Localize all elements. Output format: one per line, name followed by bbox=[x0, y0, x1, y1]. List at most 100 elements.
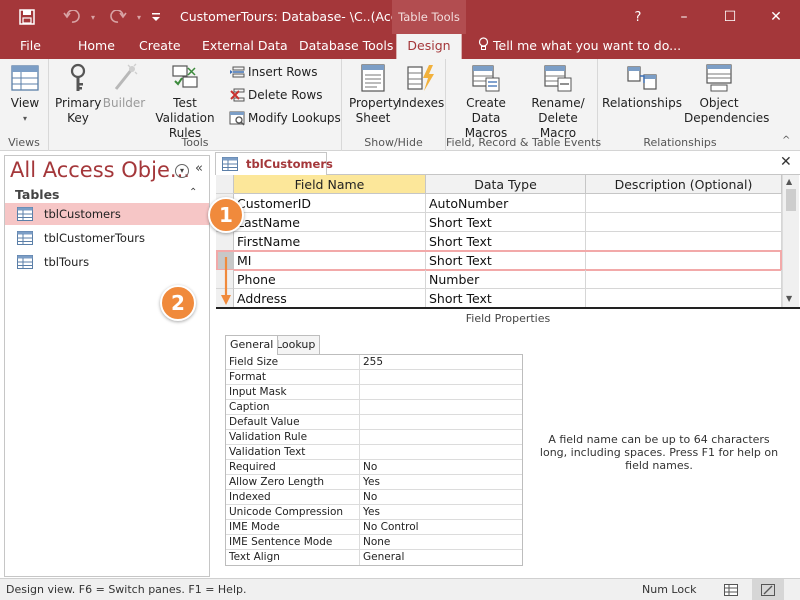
view-button[interactable]: View ▾ bbox=[4, 63, 46, 126]
tab-external-data[interactable]: External Data bbox=[202, 34, 288, 59]
field-name-cell[interactable]: LastName bbox=[234, 213, 426, 232]
nav-section-tables[interactable]: Tables bbox=[15, 187, 60, 202]
undo-dropdown-icon[interactable]: ▾ bbox=[88, 0, 98, 34]
primary-key-button[interactable]: Primary Key bbox=[55, 63, 101, 126]
scroll-thumb[interactable] bbox=[786, 189, 796, 211]
tab-design[interactable]: Design bbox=[396, 34, 462, 59]
table-icon bbox=[17, 231, 33, 245]
delete-rows-button[interactable]: Delete Rows bbox=[229, 85, 322, 105]
group-show-hide: Property Sheet Indexes Show/Hide bbox=[342, 59, 446, 151]
description-cell[interactable] bbox=[586, 232, 782, 251]
collapse-ribbon-icon[interactable]: ^ bbox=[782, 135, 790, 146]
save-icon[interactable] bbox=[14, 0, 40, 34]
property-value[interactable] bbox=[360, 400, 522, 414]
property-value[interactable] bbox=[360, 415, 522, 429]
field-name-cell[interactable]: Phone bbox=[234, 270, 426, 289]
description-cell[interactable] bbox=[586, 270, 782, 289]
property-name: Text Align bbox=[226, 550, 360, 565]
property-value[interactable]: No bbox=[360, 490, 522, 504]
tab-database-tools[interactable]: Database Tools bbox=[299, 34, 393, 59]
data-type-cell[interactable]: Short Text bbox=[426, 232, 586, 251]
field-name-cell[interactable]: FirstName bbox=[234, 232, 426, 251]
header-field-name[interactable]: Field Name bbox=[234, 175, 426, 194]
insert-rows-icon bbox=[229, 64, 245, 80]
minimize-button[interactable]: – bbox=[662, 0, 706, 34]
property-row: IME Mode No Control bbox=[226, 520, 522, 535]
redo-dropdown-icon[interactable]: ▾ bbox=[134, 0, 144, 34]
property-value[interactable] bbox=[360, 370, 522, 384]
data-type-cell[interactable]: AutoNumber bbox=[426, 194, 586, 213]
tab-home[interactable]: Home bbox=[78, 34, 115, 59]
create-data-macros-button[interactable]: Create Data Macros bbox=[450, 63, 522, 141]
tell-me-search[interactable]: Tell me what you want to do... bbox=[478, 34, 681, 59]
lightbulb-icon bbox=[478, 35, 489, 59]
close-button[interactable]: ✕ bbox=[754, 0, 798, 34]
indexes-label: Indexes bbox=[398, 96, 445, 110]
property-value[interactable]: No bbox=[360, 460, 522, 474]
property-value[interactable]: Yes bbox=[360, 505, 522, 519]
nav-menu-icon[interactable]: ▾ bbox=[175, 164, 189, 178]
test-validation-rules-button[interactable]: Test Validation Rules bbox=[145, 63, 225, 141]
field-name-cell[interactable]: Address bbox=[234, 289, 426, 308]
scroll-down-icon[interactable]: ▼ bbox=[786, 294, 792, 303]
description-cell[interactable] bbox=[586, 251, 782, 270]
design-view-icon[interactable] bbox=[752, 579, 784, 600]
property-value[interactable]: 255 bbox=[360, 355, 522, 369]
close-document-button[interactable]: ✕ bbox=[780, 154, 792, 170]
data-type-cell[interactable]: Short Text bbox=[426, 289, 586, 308]
field-name-cell[interactable]: CustomerID bbox=[234, 194, 426, 213]
document-tab-tblcustomers[interactable]: tblCustomers bbox=[215, 152, 333, 175]
group-label-tools: Tools bbox=[181, 136, 209, 149]
modify-lookups-button[interactable]: Modify Lookups bbox=[229, 108, 341, 128]
rename-delete-macro-button[interactable]: Rename/ Delete Macro bbox=[520, 63, 596, 141]
datasheet-view-icon[interactable] bbox=[720, 582, 742, 598]
nav-collapse-icon[interactable]: « bbox=[195, 161, 203, 176]
tab-file[interactable]: File bbox=[20, 34, 41, 59]
property-value[interactable]: None bbox=[360, 535, 522, 549]
property-value[interactable]: Yes bbox=[360, 475, 522, 489]
relationships-button[interactable]: Relationships bbox=[602, 63, 682, 111]
scroll-up-icon[interactable]: ▲ bbox=[786, 177, 792, 186]
validation-icon bbox=[169, 63, 201, 93]
select-all-corner[interactable] bbox=[216, 175, 234, 194]
data-type-cell[interactable]: Short Text bbox=[426, 251, 586, 270]
data-type-cell[interactable]: Number bbox=[426, 270, 586, 289]
object-dependencies-button[interactable]: Object Dependencies bbox=[678, 63, 769, 126]
nav-item-tblcustomers[interactable]: tblCustomers bbox=[5, 203, 209, 225]
property-value[interactable]: General bbox=[360, 550, 522, 565]
property-sheet-button[interactable]: Property Sheet bbox=[348, 63, 400, 126]
indexes-button[interactable]: Indexes bbox=[398, 63, 444, 111]
description-cell[interactable] bbox=[586, 213, 782, 232]
tab-lookup[interactable]: Lookup bbox=[271, 335, 321, 354]
maximize-button[interactable]: ☐ bbox=[708, 0, 752, 34]
create-data-macros-label: Create Data Macros bbox=[464, 96, 508, 140]
field-name-cell[interactable]: MI bbox=[234, 251, 426, 270]
redo-icon[interactable] bbox=[104, 0, 132, 34]
view-icon bbox=[9, 63, 41, 93]
property-value[interactable] bbox=[360, 445, 522, 459]
nav-item-tblcustomertours[interactable]: tblCustomerTours bbox=[5, 227, 209, 249]
description-cell[interactable] bbox=[586, 194, 782, 213]
data-type-cell[interactable]: Short Text bbox=[426, 213, 586, 232]
property-value[interactable] bbox=[360, 430, 522, 444]
property-name: Format bbox=[226, 370, 360, 384]
grid-vertical-scrollbar[interactable]: ▲ ▼ bbox=[782, 175, 799, 308]
row-selector[interactable] bbox=[216, 232, 234, 251]
property-value[interactable] bbox=[360, 385, 522, 399]
tab-general[interactable]: General bbox=[225, 335, 279, 355]
header-description[interactable]: Description (Optional) bbox=[586, 175, 782, 194]
property-sheet-icon bbox=[357, 63, 389, 93]
property-value[interactable]: No Control bbox=[360, 520, 522, 534]
undo-icon[interactable] bbox=[58, 0, 86, 34]
tab-create[interactable]: Create bbox=[139, 34, 181, 59]
modify-lookups-icon bbox=[229, 110, 245, 126]
customize-toolbar-icon[interactable] bbox=[148, 0, 164, 34]
header-data-type[interactable]: Data Type bbox=[426, 175, 586, 194]
nav-pane-title[interactable]: All Access Obje... bbox=[10, 158, 190, 182]
description-cell[interactable] bbox=[586, 289, 782, 308]
section-collapse-icon[interactable]: ⌃ bbox=[189, 187, 197, 198]
insert-rows-button[interactable]: Insert Rows bbox=[229, 62, 317, 82]
help-icon[interactable]: ? bbox=[628, 0, 648, 34]
builder-button[interactable]: Builder bbox=[101, 63, 147, 111]
nav-item-tbltours[interactable]: tblTours bbox=[5, 251, 209, 273]
